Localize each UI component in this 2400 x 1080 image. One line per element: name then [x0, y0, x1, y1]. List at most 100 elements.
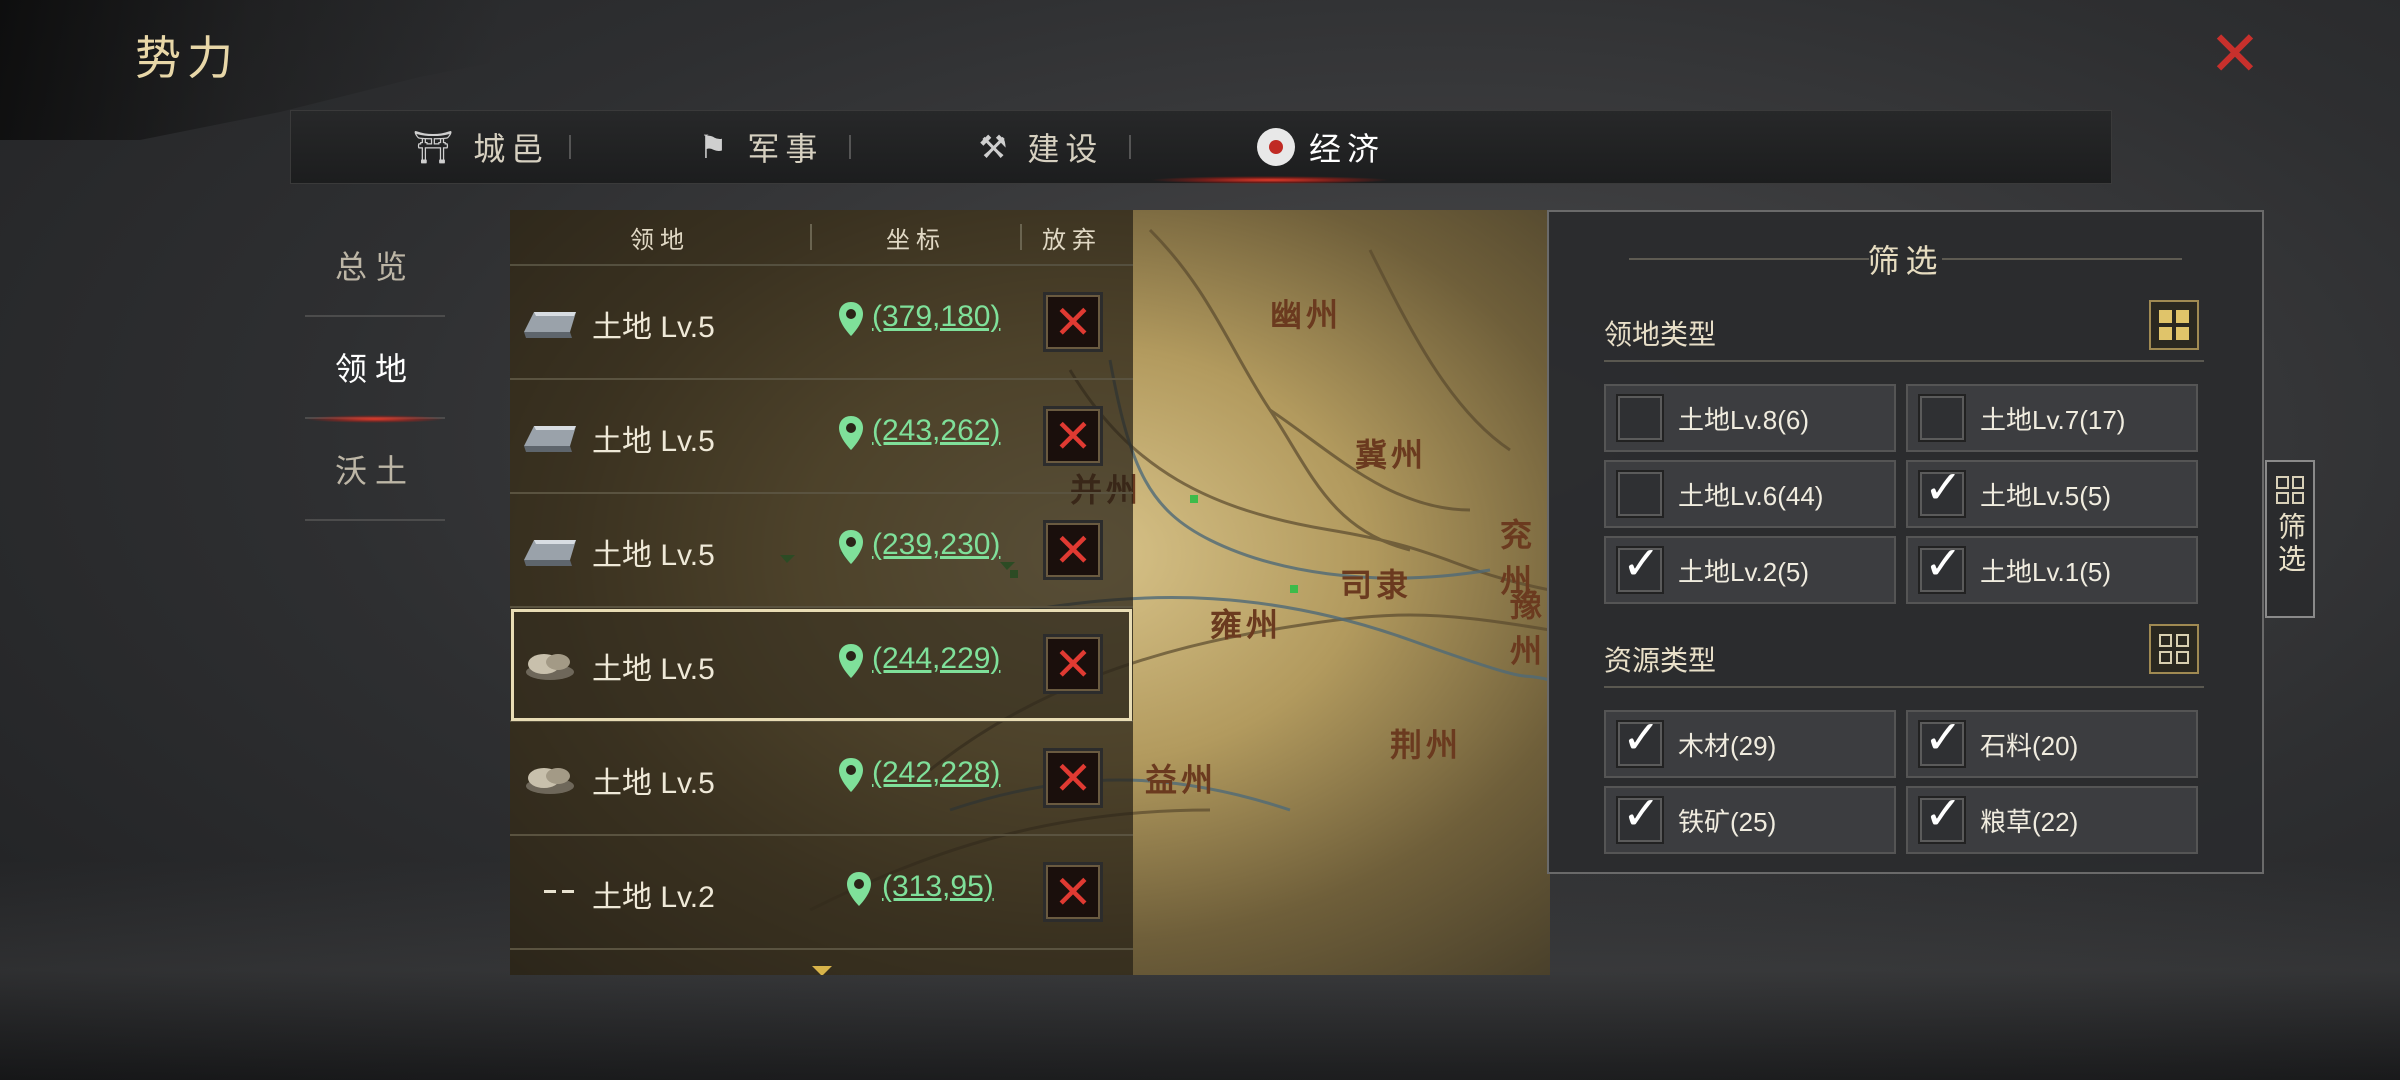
filter-option[interactable]: ✓ 土地Lv.2(5) — [1604, 536, 1896, 604]
territory-row[interactable]: 土地 Lv.2 (313,95) ✕ — [510, 836, 1133, 950]
territory-row[interactable]: 土地 Lv.5 (239,230) ✕ — [510, 494, 1133, 608]
filter-toggle-label: 筛选 — [2275, 512, 2306, 576]
coordinate-link[interactable]: (242,228) — [872, 756, 1000, 790]
abandon-button[interactable]: ✕ — [1043, 862, 1103, 922]
coin-icon — [1256, 128, 1295, 166]
option-label: 土地Lv.7(17) — [1980, 404, 2126, 435]
filter-option[interactable]: ✓ 石料(20) — [1906, 710, 2198, 778]
map-region-label: 益州 — [1145, 761, 1218, 799]
filter-option[interactable]: ✓ 铁矿(25) — [1604, 786, 1896, 854]
checkmark-icon: ✓ — [1924, 461, 1963, 513]
territory-row[interactable]: 土地 Lv.5 (242,228) ✕ — [510, 722, 1133, 836]
close-icon[interactable]: ✕ — [2205, 24, 2265, 86]
abandon-button[interactable]: ✕ — [1043, 292, 1103, 352]
filter-toggle-tab[interactable]: 筛选 — [2265, 460, 2315, 618]
territory-row[interactable]: 土地 Lv.5 (379,180) ✕ — [510, 266, 1133, 380]
stone-icon — [526, 768, 574, 794]
option-label: 铁矿(25) — [1678, 806, 1777, 837]
territory-row[interactable]: 土地 Lv.5 (243,262) ✕ — [510, 380, 1133, 494]
tab-divider — [569, 135, 571, 159]
checkmark-icon: ✓ — [1924, 537, 1963, 589]
section-label: 领地类型 — [1604, 319, 1717, 350]
option-label: 土地Lv.6(44) — [1678, 480, 1824, 511]
territory-list: 领地 坐标 放弃 土地 Lv.5 (379,180) ✕ 土地 Lv.5 (24… — [510, 210, 1133, 975]
tab-label: 军事 — [747, 131, 824, 167]
location-pin-icon — [839, 530, 863, 564]
location-pin-icon — [839, 758, 863, 792]
tab-divider — [849, 135, 851, 159]
filter-panel: 筛选 领地类型 土地Lv.8(6) 土地Lv.7(17) 土地Lv.6(44) … — [1547, 210, 2264, 874]
select-all-territory-button[interactable] — [2149, 300, 2199, 350]
tab-economy[interactable]: 经济 — [1181, 111, 1461, 183]
nav-label: 沃土 — [334, 453, 415, 489]
territory-name: 土地 Lv.2 — [592, 881, 715, 914]
title-divider — [1942, 258, 2182, 260]
coordinate-link[interactable]: (244,229) — [872, 642, 1000, 676]
map-region-label: 幽州 — [1270, 296, 1343, 334]
map-region-label: 荆州 — [1390, 726, 1463, 764]
checkbox-row: ✓ 木材(29) ✓ 石料(20) — [1604, 710, 2204, 778]
stone-icon — [526, 654, 574, 680]
checkbox[interactable]: ✓ — [1918, 538, 1966, 594]
abandon-button[interactable]: ✕ — [1043, 634, 1103, 694]
tab-label: 城邑 — [473, 131, 550, 167]
territory-name: 土地 Lv.5 — [592, 653, 715, 686]
filter-option[interactable]: ✓ 土地Lv.1(5) — [1906, 536, 2198, 604]
checkmark-icon: ✓ — [1924, 787, 1963, 839]
top-tab-bar: ⛩ 城邑 ⚑ 军事 ⚒ 建设 经济 — [290, 110, 2112, 184]
tab-construction[interactable]: ⚒ 建设 — [901, 111, 1181, 183]
option-label: 土地Lv.8(6) — [1678, 404, 1809, 435]
checkbox[interactable]: ✓ — [1918, 712, 1966, 768]
abandon-button[interactable]: ✕ — [1043, 748, 1103, 808]
coordinate-link[interactable]: (313,95) — [882, 870, 994, 904]
checkbox[interactable]: ✓ — [1616, 712, 1664, 768]
checkbox[interactable] — [1616, 394, 1664, 442]
checkbox[interactable]: ✓ — [1616, 538, 1664, 594]
nav-territory[interactable]: 领地 — [305, 317, 445, 423]
checkbox-row: ✓ 土地Lv.2(5) ✓ 土地Lv.1(5) — [1604, 536, 2204, 604]
dash-icon — [544, 890, 574, 893]
checkbox[interactable]: ✓ — [1616, 788, 1664, 844]
tab-city[interactable]: ⛩ 城邑 — [341, 111, 621, 183]
filter-option[interactable]: ✓ 土地Lv.5(5) — [1906, 460, 2198, 528]
coordinate-link[interactable]: (243,262) — [872, 414, 1000, 448]
territory-name: 土地 Lv.5 — [592, 539, 715, 572]
grid-icon — [2276, 476, 2304, 504]
section-label: 资源类型 — [1604, 645, 1717, 676]
col-territory: 领地 — [630, 226, 690, 254]
nav-label: 总览 — [334, 249, 415, 285]
checkbox-row: ✓ 铁矿(25) ✓ 粮草(22) — [1604, 786, 2204, 854]
checkbox[interactable] — [1918, 394, 1966, 442]
abandon-button[interactable]: ✕ — [1043, 406, 1103, 466]
flag-icon: ⚑ — [698, 129, 734, 165]
location-pin-icon — [839, 302, 863, 336]
abandon-button[interactable]: ✕ — [1043, 520, 1103, 580]
filter-option[interactable]: ✓ 粮草(22) — [1906, 786, 2198, 854]
option-label: 土地Lv.2(5) — [1678, 556, 1809, 587]
filter-option[interactable]: 土地Lv.8(6) — [1604, 384, 1896, 452]
checkbox[interactable]: ✓ — [1918, 462, 1966, 518]
checkmark-icon: ✓ — [1622, 711, 1661, 763]
coordinate-link[interactable]: (379,180) — [872, 300, 1000, 334]
territory-row-selected[interactable]: 土地 Lv.5 (244,229) ✕ — [510, 608, 1133, 722]
filter-option[interactable]: ✓ 木材(29) — [1604, 710, 1896, 778]
option-label: 木材(29) — [1678, 730, 1777, 761]
filter-option[interactable]: 土地Lv.7(17) — [1906, 384, 2198, 452]
list-header: 领地 坐标 放弃 — [510, 210, 1133, 266]
checkbox[interactable]: ✓ — [1918, 788, 1966, 844]
coordinate-link[interactable]: (239,230) — [872, 528, 1000, 562]
nav-overview[interactable]: 总览 — [305, 215, 445, 317]
tab-military[interactable]: ⚑ 军事 — [621, 111, 901, 183]
option-label: 石料(20) — [1980, 730, 2079, 761]
option-label: 粮草(22) — [1980, 806, 2079, 837]
col-abandon: 放弃 — [1042, 226, 1102, 254]
iron-ingot-icon — [524, 426, 576, 452]
territory-name: 土地 Lv.5 — [592, 425, 715, 458]
select-all-resource-button[interactable] — [2149, 624, 2199, 674]
nav-fertile-land[interactable]: 沃土 — [305, 419, 445, 521]
filter-option[interactable]: 土地Lv.6(44) — [1604, 460, 1896, 528]
checkbox[interactable] — [1616, 470, 1664, 518]
location-pin-icon — [839, 644, 863, 678]
left-nav: 总览 领地 沃土 — [305, 215, 445, 521]
checkmark-icon: ✓ — [1924, 711, 1963, 763]
